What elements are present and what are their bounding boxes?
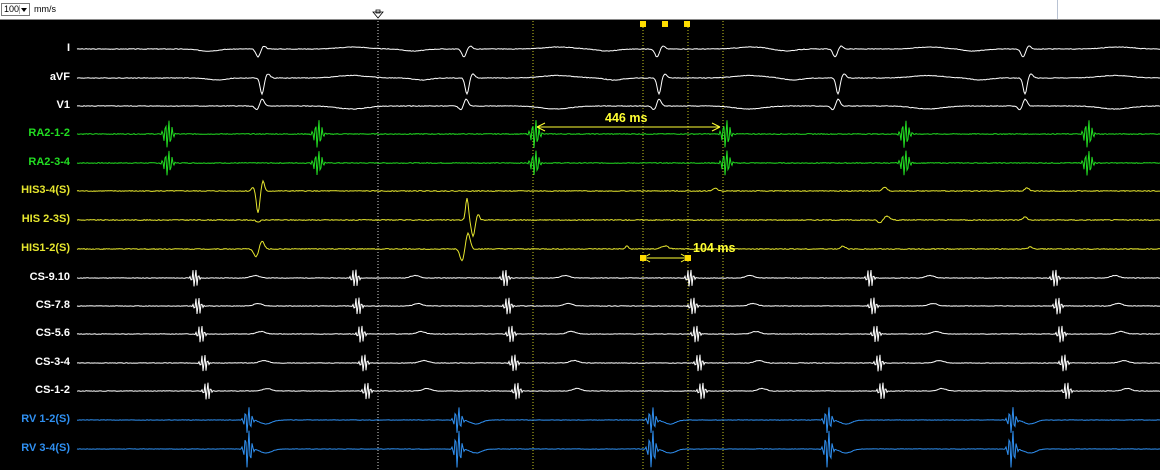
channel-trace[interactable] <box>76 198 1160 238</box>
channel-trace[interactable] <box>76 325 1160 343</box>
channel-trace[interactable] <box>76 297 1160 315</box>
caliper-handle-icon[interactable] <box>684 21 690 27</box>
caliper-handle-icon[interactable] <box>640 255 646 261</box>
channel-trace[interactable] <box>76 354 1160 372</box>
measurement-label-104: 104 ms <box>693 241 736 255</box>
channel-trace[interactable] <box>76 150 1160 176</box>
channel-trace[interactable] <box>76 269 1160 287</box>
channel-trace[interactable] <box>76 430 1160 468</box>
channel-trace[interactable] <box>76 382 1160 400</box>
channel-trace[interactable] <box>76 179 1160 213</box>
channel-trace[interactable] <box>76 231 1160 262</box>
caliper-handle-icon[interactable] <box>640 21 646 27</box>
channel-traces <box>76 45 1160 468</box>
measurement-label-446: 446 ms <box>605 111 648 125</box>
waveform-canvas[interactable] <box>0 0 1160 470</box>
caliper-lines <box>377 21 724 470</box>
channel-trace[interactable] <box>76 98 1160 111</box>
channel-trace[interactable] <box>76 407 1160 434</box>
caliper-handle-icon[interactable] <box>685 255 691 261</box>
caliper-handle-icon[interactable] <box>662 21 668 27</box>
channel-trace[interactable] <box>76 73 1160 96</box>
cursor-marker-icon[interactable] <box>372 9 384 19</box>
channel-trace[interactable] <box>76 45 1160 58</box>
